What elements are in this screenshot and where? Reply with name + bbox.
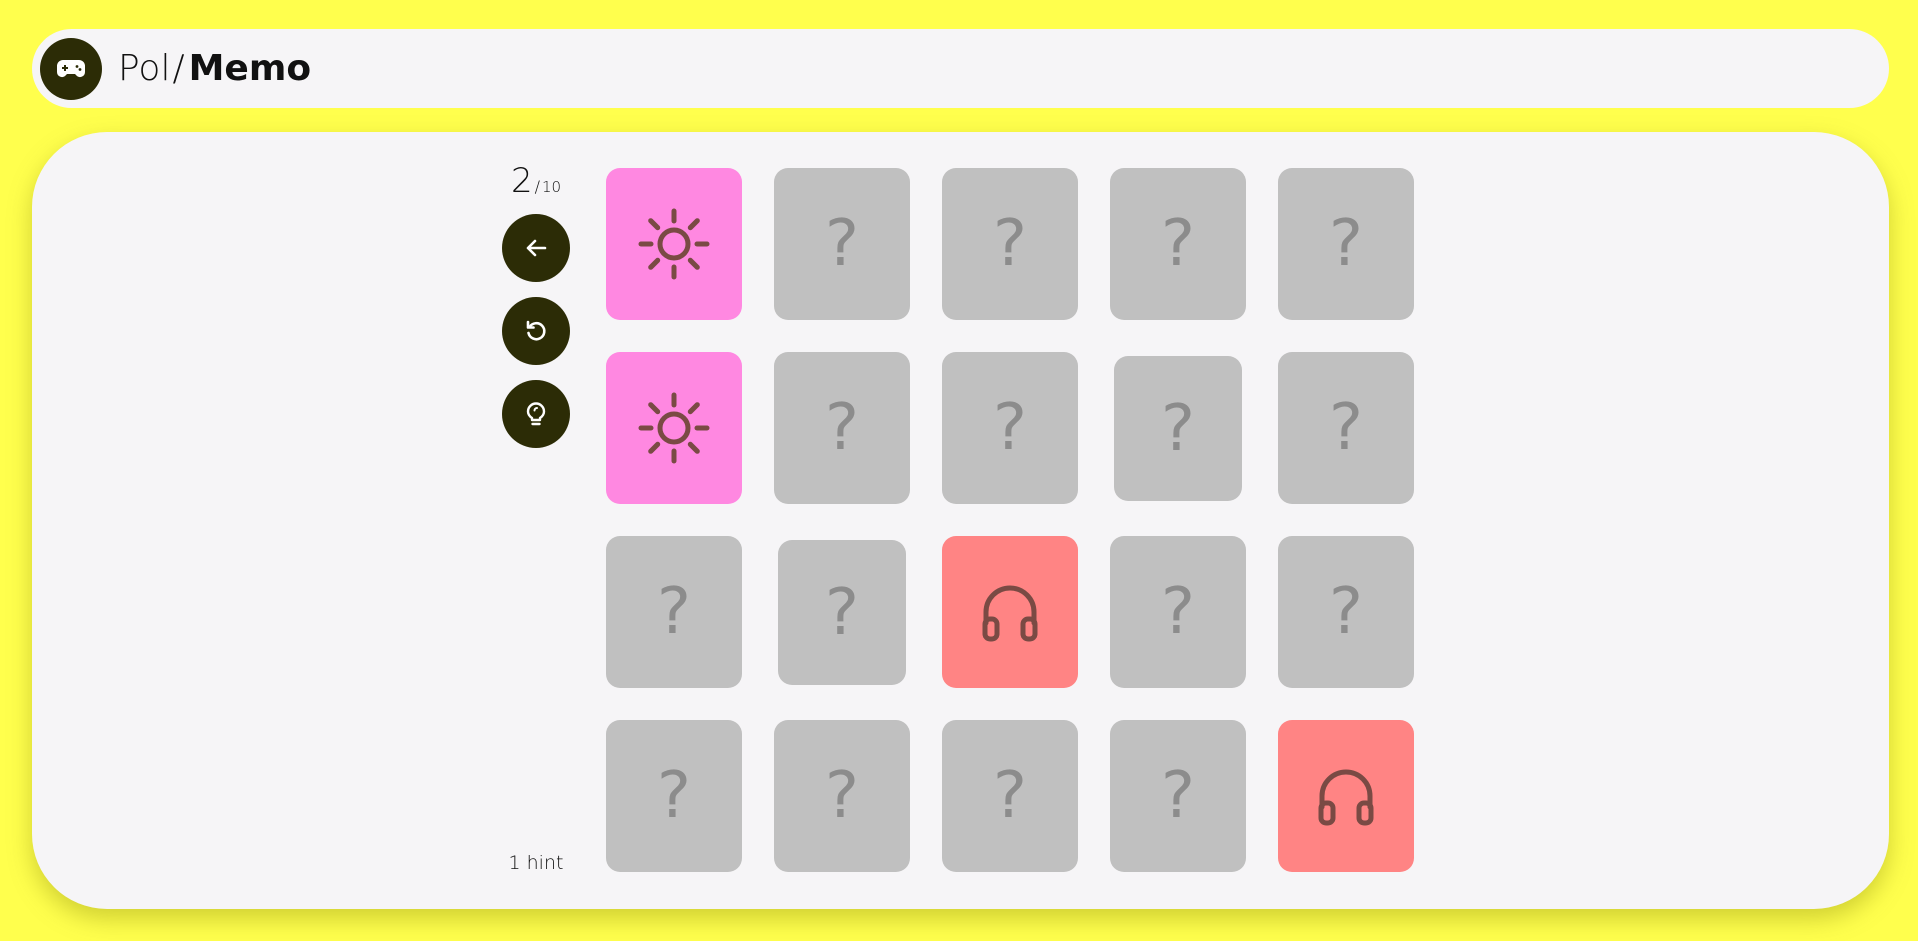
memory-card[interactable]: ? bbox=[774, 720, 910, 872]
memory-card[interactable]: ? bbox=[606, 536, 742, 688]
memory-card[interactable]: ? bbox=[1110, 720, 1246, 872]
pairs-counter: 2/10 bbox=[511, 164, 561, 198]
memory-card[interactable]: ? bbox=[942, 352, 1078, 504]
memory-card[interactable]: ? bbox=[1278, 352, 1414, 504]
memory-card[interactable]: ? bbox=[1278, 168, 1414, 320]
back-button[interactable] bbox=[502, 214, 570, 282]
app-header: Pol / Memo bbox=[32, 29, 1889, 108]
memory-card[interactable]: ? bbox=[1114, 356, 1242, 501]
memory-card[interactable]: ? bbox=[1278, 536, 1414, 688]
brand-separator: / bbox=[172, 48, 185, 89]
game-controls: 2/10 bbox=[500, 164, 572, 463]
lightbulb-icon bbox=[526, 402, 546, 426]
question-mark: ? bbox=[1329, 207, 1363, 281]
sun-icon bbox=[638, 208, 710, 280]
memory-card[interactable]: ? bbox=[942, 720, 1078, 872]
memory-card[interactable]: ? bbox=[1110, 536, 1246, 688]
memory-card[interactable] bbox=[606, 352, 742, 504]
sun-icon bbox=[638, 392, 710, 464]
question-mark: ? bbox=[993, 759, 1027, 833]
question-mark: ? bbox=[1161, 391, 1195, 466]
headphones-icon bbox=[1318, 769, 1374, 826]
question-mark: ? bbox=[657, 759, 691, 833]
question-mark: ? bbox=[825, 391, 859, 465]
question-mark: ? bbox=[825, 759, 859, 833]
found-pairs: 2 bbox=[510, 161, 533, 201]
memory-card[interactable] bbox=[1278, 720, 1414, 872]
memory-card[interactable]: ? bbox=[1110, 168, 1246, 320]
question-mark: ? bbox=[1161, 575, 1195, 649]
total-pairs: 10 bbox=[541, 178, 562, 196]
memory-card[interactable]: ? bbox=[606, 720, 742, 872]
question-mark: ? bbox=[993, 391, 1027, 465]
memory-card[interactable]: ? bbox=[774, 168, 910, 320]
question-mark: ? bbox=[657, 575, 691, 649]
counter-separator: / bbox=[534, 177, 540, 196]
restart-icon bbox=[526, 320, 546, 341]
question-mark: ? bbox=[1329, 391, 1363, 465]
brand-prefix: Pol bbox=[118, 48, 171, 89]
question-mark: ? bbox=[1161, 759, 1195, 833]
question-mark: ? bbox=[825, 207, 859, 281]
question-mark: ? bbox=[825, 575, 859, 650]
headphones-icon bbox=[982, 585, 1038, 642]
arrow-left-icon bbox=[526, 239, 547, 257]
memory-card[interactable]: ? bbox=[778, 540, 906, 685]
hint-button[interactable] bbox=[502, 380, 570, 448]
brand-name: Memo bbox=[188, 48, 312, 89]
question-mark: ? bbox=[1161, 207, 1195, 281]
memory-card[interactable]: ? bbox=[774, 352, 910, 504]
question-mark: ? bbox=[993, 207, 1027, 281]
question-mark: ? bbox=[1329, 575, 1363, 649]
memory-card[interactable]: ? bbox=[942, 168, 1078, 320]
restart-button[interactable] bbox=[502, 297, 570, 365]
hints-remaining: 1 hint bbox=[508, 852, 564, 874]
memory-card[interactable] bbox=[942, 536, 1078, 688]
memory-card[interactable] bbox=[606, 168, 742, 320]
gamepad-icon[interactable] bbox=[40, 37, 102, 100]
app-title: Pol / Memo bbox=[118, 48, 311, 89]
